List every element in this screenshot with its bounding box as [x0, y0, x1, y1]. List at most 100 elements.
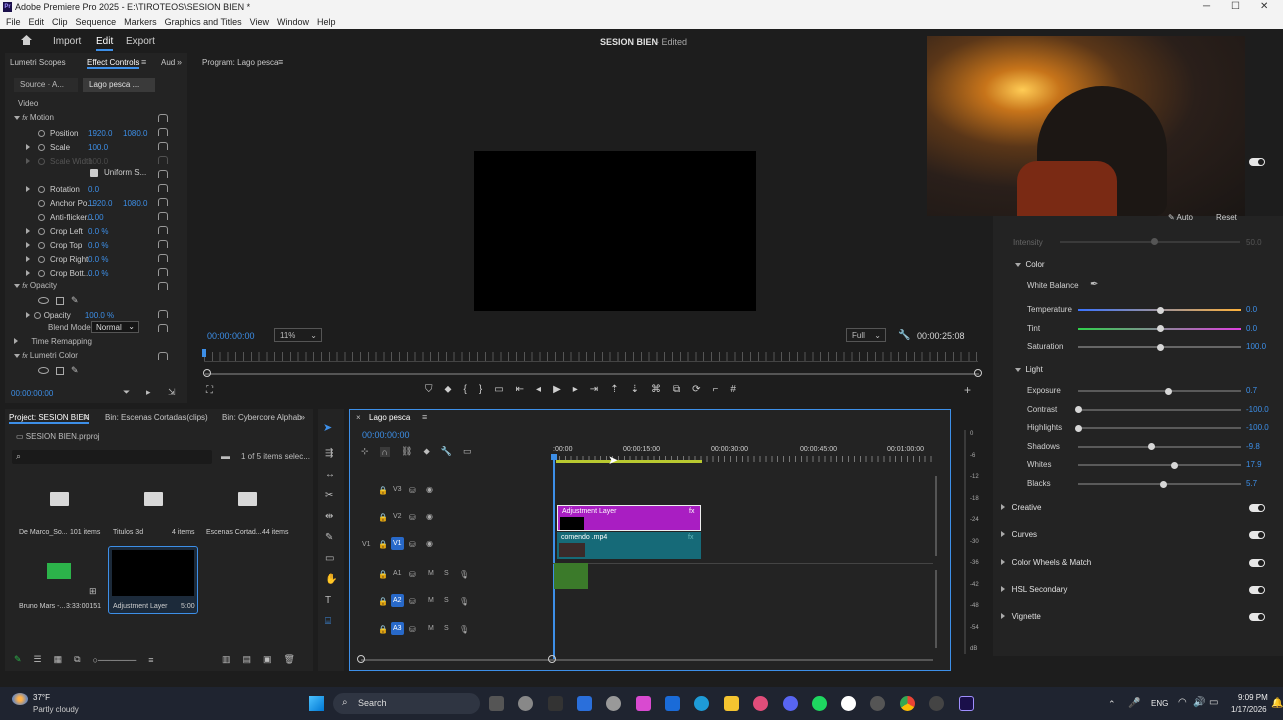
chevron-down-icon[interactable]	[14, 354, 20, 358]
trim-icon[interactable]: ⌐	[713, 384, 719, 395]
obs-icon[interactable]	[841, 696, 856, 711]
sync-lock-icon[interactable]: ⛁	[409, 570, 416, 579]
windows-start-icon[interactable]	[309, 696, 324, 711]
export-icon[interactable]: ⇲	[168, 387, 176, 398]
scroll-handle-right[interactable]	[548, 655, 556, 663]
stopwatch-icon[interactable]	[38, 269, 45, 277]
sync-lock-icon[interactable]: ⛁	[409, 625, 416, 634]
video-track-scroll[interactable]	[935, 476, 937, 556]
slider-value[interactable]: -100.0	[1246, 423, 1269, 432]
property-value[interactable]: 0.0 %	[88, 227, 108, 236]
motion-row[interactable]: fx Motion	[14, 113, 54, 122]
freeform-view-icon[interactable]: ⧉	[74, 654, 80, 665]
item-name[interactable]: Adjustment Layer	[113, 603, 167, 610]
hand-tool-icon[interactable]: ✋	[325, 569, 337, 590]
premiere-taskbar-icon[interactable]	[959, 696, 974, 711]
step-forward-icon[interactable]: ▸	[573, 384, 578, 395]
folder-icon[interactable]	[238, 492, 257, 506]
panel-menu-icon[interactable]: ≡	[278, 57, 283, 67]
reset-icon[interactable]	[158, 310, 168, 318]
mark-out-icon[interactable]: }	[479, 384, 482, 395]
pencil-icon[interactable]: ✎	[14, 654, 22, 665]
insert-nest-icon[interactable]: ⊹	[361, 446, 369, 457]
audio-track-scroll[interactable]	[935, 570, 937, 648]
pen-mask-icon[interactable]: ✎	[71, 365, 79, 376]
slider-track[interactable]	[1078, 464, 1241, 467]
settings-icon[interactable]	[606, 696, 621, 711]
blend-mode-select[interactable]: Normal ⌄	[91, 321, 139, 333]
reset-icon[interactable]	[158, 156, 168, 164]
stopwatch-icon[interactable]	[38, 199, 45, 207]
lock-icon[interactable]: 🔒	[378, 513, 388, 522]
section-toggle[interactable]	[1249, 504, 1265, 512]
linked-selection-icon[interactable]: ⛓	[401, 446, 412, 457]
add-button-icon[interactable]: +	[964, 383, 971, 397]
lumetri-section-2[interactable]: Color Wheels & Match	[1001, 558, 1091, 567]
filter-icon[interactable]: ⏷	[123, 387, 130, 398]
item-name[interactable]: De Marco_So...	[19, 529, 68, 536]
file-explorer-icon[interactable]	[724, 696, 739, 711]
property-value[interactable]: 0.00	[88, 213, 104, 222]
weather-desc[interactable]: Partly cloudy	[33, 705, 79, 714]
copilot-icon[interactable]	[518, 696, 533, 711]
sync-lock-icon[interactable]: ⛁	[409, 540, 416, 549]
program-ruler[interactable]	[204, 352, 978, 362]
stopwatch-icon[interactable]	[38, 143, 45, 151]
wifi-icon[interactable]: ◠	[1178, 697, 1187, 708]
tab-import[interactable]: Import	[53, 36, 81, 47]
reset-icon[interactable]	[158, 128, 168, 136]
menu-edit[interactable]: Edit	[29, 17, 45, 27]
panel-overflow-icon[interactable]: »	[177, 57, 182, 67]
eye-icon[interactable]: ◉	[426, 512, 433, 521]
slip-tool-icon[interactable]: ⇹	[325, 506, 337, 527]
slider-knob[interactable]	[1156, 343, 1164, 351]
reset-icon[interactable]	[158, 254, 168, 262]
edge-icon[interactable]	[694, 696, 709, 711]
add-marker-icon[interactable]: ⬥	[445, 384, 452, 395]
icon-view-icon[interactable]: ▦	[54, 654, 63, 665]
menu-window[interactable]: Window	[277, 17, 309, 27]
menu-help[interactable]: Help	[317, 17, 336, 27]
sequence-tab[interactable]: Lago pesca	[369, 413, 410, 422]
reset-icon[interactable]	[158, 282, 168, 290]
property-value[interactable]: 1920.0	[88, 129, 112, 138]
opacity-value[interactable]: 100.0 %	[85, 311, 114, 320]
playhead[interactable]	[553, 455, 555, 660]
captions-tool-icon[interactable]: ⌸	[325, 611, 337, 632]
trash-icon[interactable]: 🗑	[284, 654, 295, 665]
menu-graphics[interactable]: Graphics and Titles	[165, 17, 242, 27]
property-value-2[interactable]: 1080.0	[123, 199, 147, 208]
ellipse-mask-icon[interactable]	[38, 367, 49, 374]
battery-icon[interactable]: ▭	[1209, 697, 1218, 708]
slider-value[interactable]: 0.7	[1246, 386, 1257, 395]
ellipse-mask-icon[interactable]	[38, 297, 49, 304]
step-back-icon[interactable]: ◂	[536, 384, 541, 395]
chevron-down-icon[interactable]	[14, 116, 20, 120]
slider-knob[interactable]	[1156, 325, 1164, 333]
program-timecode[interactable]: 00:00:00:00	[207, 331, 255, 341]
section-toggle[interactable]	[1249, 531, 1265, 540]
reset-icon[interactable]	[158, 240, 168, 248]
snap-icon[interactable]: ∩	[379, 446, 391, 457]
auto-button[interactable]: ✎ Auto	[1168, 213, 1193, 222]
track-select-icon[interactable]: ⇶	[325, 443, 337, 464]
checkbox-icon[interactable]	[90, 169, 98, 177]
intensity-value[interactable]: 50.0	[1246, 238, 1262, 247]
stopwatch-icon[interactable]	[38, 129, 45, 137]
lock-icon[interactable]: 🔒	[378, 625, 388, 634]
go-to-out-icon[interactable]: ⇥	[590, 384, 598, 395]
chevron-right-icon[interactable]	[26, 242, 30, 248]
selection-tool-icon[interactable]: ➤	[323, 421, 339, 435]
extract-icon[interactable]: ⇣	[631, 384, 639, 395]
stopwatch-icon[interactable]	[38, 213, 45, 221]
slider-value[interactable]: 5.7	[1246, 479, 1257, 488]
notification-icon[interactable]: 🔔	[1271, 698, 1283, 709]
new-bin-icon[interactable]: ▬	[221, 451, 230, 461]
solo-icon[interactable]: S	[444, 570, 449, 577]
tab-bin-cybercore[interactable]: Bin: Cybercore Alphab	[222, 413, 302, 422]
chevron-down-icon[interactable]	[14, 284, 20, 288]
minimize-button[interactable]: ─	[1203, 1, 1210, 12]
slider-value[interactable]: 0.0	[1246, 305, 1257, 314]
tab-effect-controls[interactable]: Effect Controls	[87, 58, 140, 69]
app-icon[interactable]	[548, 696, 563, 711]
